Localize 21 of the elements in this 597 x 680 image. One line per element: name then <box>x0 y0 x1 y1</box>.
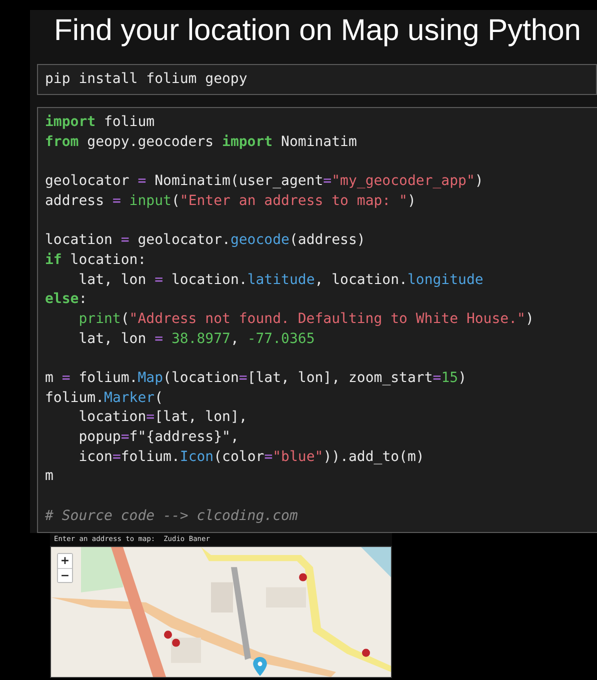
map-pin-icon <box>253 657 267 676</box>
code-line: location=[lat, lon], <box>78 408 248 428</box>
code-line: address = input("Enter an address to map: ") <box>45 192 417 211</box>
code-line: folium.Marker( <box>45 388 164 408</box>
code-line: print("Address not found. Defaulting to White House.") <box>78 310 535 329</box>
zoom-out-button[interactable]: − <box>58 568 72 582</box>
code-line: import folium <box>45 113 156 132</box>
code-line: from geopy.geocoders import Nominatim <box>45 132 358 152</box>
page-title: Find your location on Map using Python <box>53 13 582 49</box>
code-line: pip install folium geopy <box>45 70 248 89</box>
code-line: lat, lon = location.latitude, location.longitude <box>78 270 484 290</box>
code-line: geolocator = Nominatim(user_agent="my_geocoder_app") <box>45 172 484 192</box>
code-line: # Source code --> clcoding.com <box>45 506 299 526</box>
code-line: icon=folium.Icon(color="blue")).add_to(m) <box>78 448 426 467</box>
code-line: popup=f"{address}", <box>78 428 240 447</box>
code-line: lat, lon = 38.8977, -77.0365 <box>78 330 316 349</box>
code-line: m = folium.Map(location=[lat, lon], zoom_start=15) <box>45 368 468 388</box>
code-line: else: <box>45 290 88 310</box>
code-line: m <box>45 467 54 486</box>
code-line: if location: <box>45 250 148 270</box>
code-line: location = geolocator.geocode(address) <box>45 231 366 250</box>
